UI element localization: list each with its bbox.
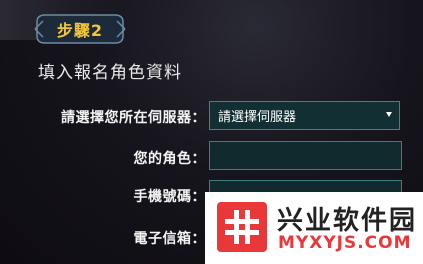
server-select-value: 請選擇伺服器 (218, 110, 297, 125)
watermark-url: MYXYJS.COM (278, 233, 412, 253)
watermark-title: 兴业软件园 (277, 206, 418, 236)
step-badge: 步驟2 (33, 12, 127, 46)
phone-label: 手機號碼： (133, 189, 206, 205)
role-label: 您的角色： (133, 151, 206, 167)
email-label: 電子信箱： (133, 231, 206, 247)
step-label: 步驟2 (56, 21, 104, 40)
hash-logo-icon (217, 202, 267, 252)
server-select[interactable]: 請選擇伺服器 (209, 101, 400, 130)
chevron-down-icon (386, 112, 392, 117)
server-label: 請選擇您所在伺服器： (61, 110, 206, 126)
watermark: 兴业软件园 MYXYJS.COM (205, 192, 423, 264)
section-title: 填入報名角色資料 (38, 63, 182, 83)
role-input[interactable] (209, 141, 402, 170)
